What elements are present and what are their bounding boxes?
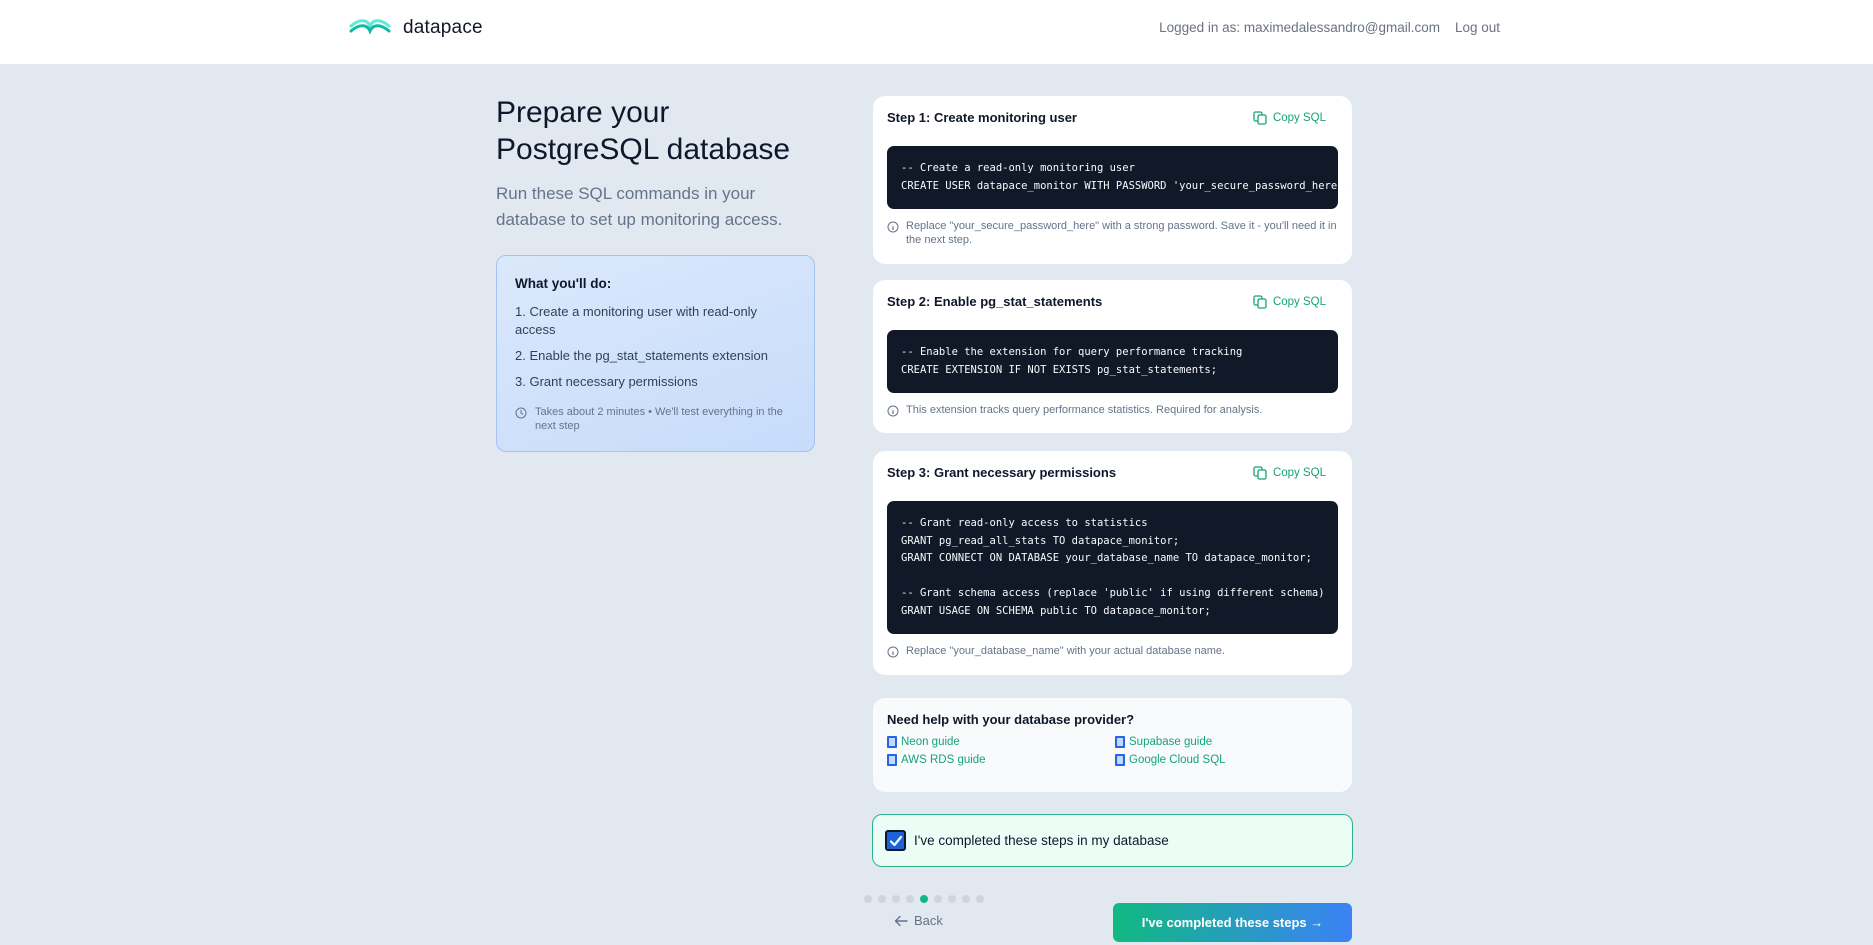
step-1-code-block[interactable]: -- Create a read-only monitoring user CR… — [887, 146, 1350, 209]
step-2-code-block[interactable]: -- Enable the extension for query perfor… — [887, 330, 1338, 393]
account-nav: Logged in as: maximedalessandro@gmail.co… — [1159, 20, 1500, 35]
back-label: Back — [914, 913, 943, 928]
overview-item: 1. Create a monitoring user with read-on… — [515, 304, 758, 337]
progress-dot-active — [920, 895, 928, 903]
provider-help-panel: Need help with your database provider? N… — [873, 698, 1352, 792]
back-button[interactable]: Back — [894, 913, 943, 928]
continue-button[interactable]: I've completed these steps → — [1113, 903, 1352, 942]
google-cloud-sql-link[interactable]: Google Cloud SQL — [1115, 754, 1343, 766]
copy-icon — [1253, 465, 1267, 480]
link-label: AWS RDS guide — [901, 754, 986, 766]
overview-list: 1. Create a monitoring user with read-on… — [515, 303, 796, 391]
progress-dots — [864, 895, 984, 903]
completion-confirm[interactable]: I've completed these steps in my databas… — [872, 814, 1353, 867]
copy-label: Copy SQL — [1272, 295, 1326, 308]
clock-icon — [515, 407, 527, 419]
overview-item: 2. Enable the pg_stat_statements extensi… — [515, 348, 768, 363]
book-icon — [887, 754, 897, 766]
copy-icon — [1253, 110, 1267, 125]
book-icon — [1115, 754, 1125, 766]
arrow-left-icon — [894, 915, 908, 926]
step-1-hint-text: Replace "your_secure_password_here" with… — [906, 220, 1337, 246]
logged-in-text: Logged in as: maximedalessandro@gmail.co… — [1159, 20, 1440, 35]
progress-dot — [962, 895, 970, 903]
step-2-title: Step 2: Enable pg_stat_statements — [887, 294, 1103, 309]
completion-checkbox[interactable] — [885, 830, 906, 851]
duration-note-text: Takes about 2 minutes • We'll test every… — [535, 406, 783, 432]
link-label: Supabase guide — [1129, 736, 1213, 748]
info-icon — [887, 646, 899, 658]
page-title: Prepare your PostgreSQL database — [496, 96, 791, 166]
info-icon — [887, 405, 899, 417]
brand-name: datapace — [403, 17, 483, 38]
book-icon — [887, 736, 897, 748]
top-bar: datapace Logged in as: maximedalessandro… — [0, 0, 1873, 65]
progress-dot — [906, 895, 914, 903]
checkmark-icon — [889, 835, 902, 846]
info-icon — [887, 221, 899, 233]
overview-panel: What you'll do: 1. Create a monitoring u… — [496, 255, 815, 452]
step-3-card: Step 3: Grant necessary permissions Copy… — [873, 451, 1352, 675]
step-2-hint-text: This extension tracks query performance … — [906, 404, 1263, 416]
link-label: Google Cloud SQL — [1129, 754, 1226, 766]
step-3-title: Step 3: Grant necessary permissions — [887, 465, 1117, 480]
progress-dot — [976, 895, 984, 903]
step-1-copy-button[interactable]: Copy SQL — [1253, 110, 1338, 125]
aws-rds-guide-link[interactable]: AWS RDS guide — [887, 754, 1115, 766]
wave-logo-icon — [349, 19, 391, 35]
overview-item: 3. Grant necessary permissions — [515, 374, 698, 389]
step-2-copy-button[interactable]: Copy SQL — [1253, 294, 1338, 309]
progress-dot — [878, 895, 886, 903]
copy-label: Copy SQL — [1272, 466, 1326, 479]
step-2-hint: This extension tracks query performance … — [887, 404, 1338, 418]
step-1-card: Step 1: Create monitoring user Copy SQL … — [873, 96, 1352, 264]
copy-label: Copy SQL — [1272, 111, 1326, 124]
book-icon — [1115, 736, 1125, 748]
progress-dot — [948, 895, 956, 903]
progress-dot — [892, 895, 900, 903]
copy-icon — [1253, 294, 1267, 309]
step-2-card: Step 2: Enable pg_stat_statements Copy S… — [873, 280, 1352, 433]
neon-guide-link[interactable]: Neon guide — [887, 736, 1115, 748]
progress-dot — [864, 895, 872, 903]
logout-link[interactable]: Log out — [1455, 20, 1500, 35]
step-3-copy-button[interactable]: Copy SQL — [1253, 465, 1338, 480]
step-1-title: Step 1: Create monitoring user — [887, 110, 1077, 125]
provider-help-heading: Need help with your database provider? — [887, 712, 1135, 727]
page-subtitle: Run these SQL commands in your database … — [496, 184, 783, 229]
step-3-code-block[interactable]: -- Grant read-only access to statistics … — [887, 501, 1338, 634]
step-3-hint-text: Replace "your_database_name" with your a… — [906, 645, 1226, 657]
duration-note: Takes about 2 minutes • We'll test every… — [515, 405, 796, 433]
supabase-guide-link[interactable]: Supabase guide — [1115, 736, 1343, 748]
step-3-hint: Replace "your_database_name" with your a… — [887, 645, 1338, 659]
brand[interactable]: datapace — [349, 17, 483, 39]
overview-heading: What you'll do: — [515, 276, 612, 291]
step-1-hint: Replace "your_secure_password_here" with… — [887, 220, 1338, 247]
progress-dot — [934, 895, 942, 903]
link-label: Neon guide — [901, 736, 960, 748]
completion-label: I've completed these steps in my databas… — [914, 833, 1169, 848]
